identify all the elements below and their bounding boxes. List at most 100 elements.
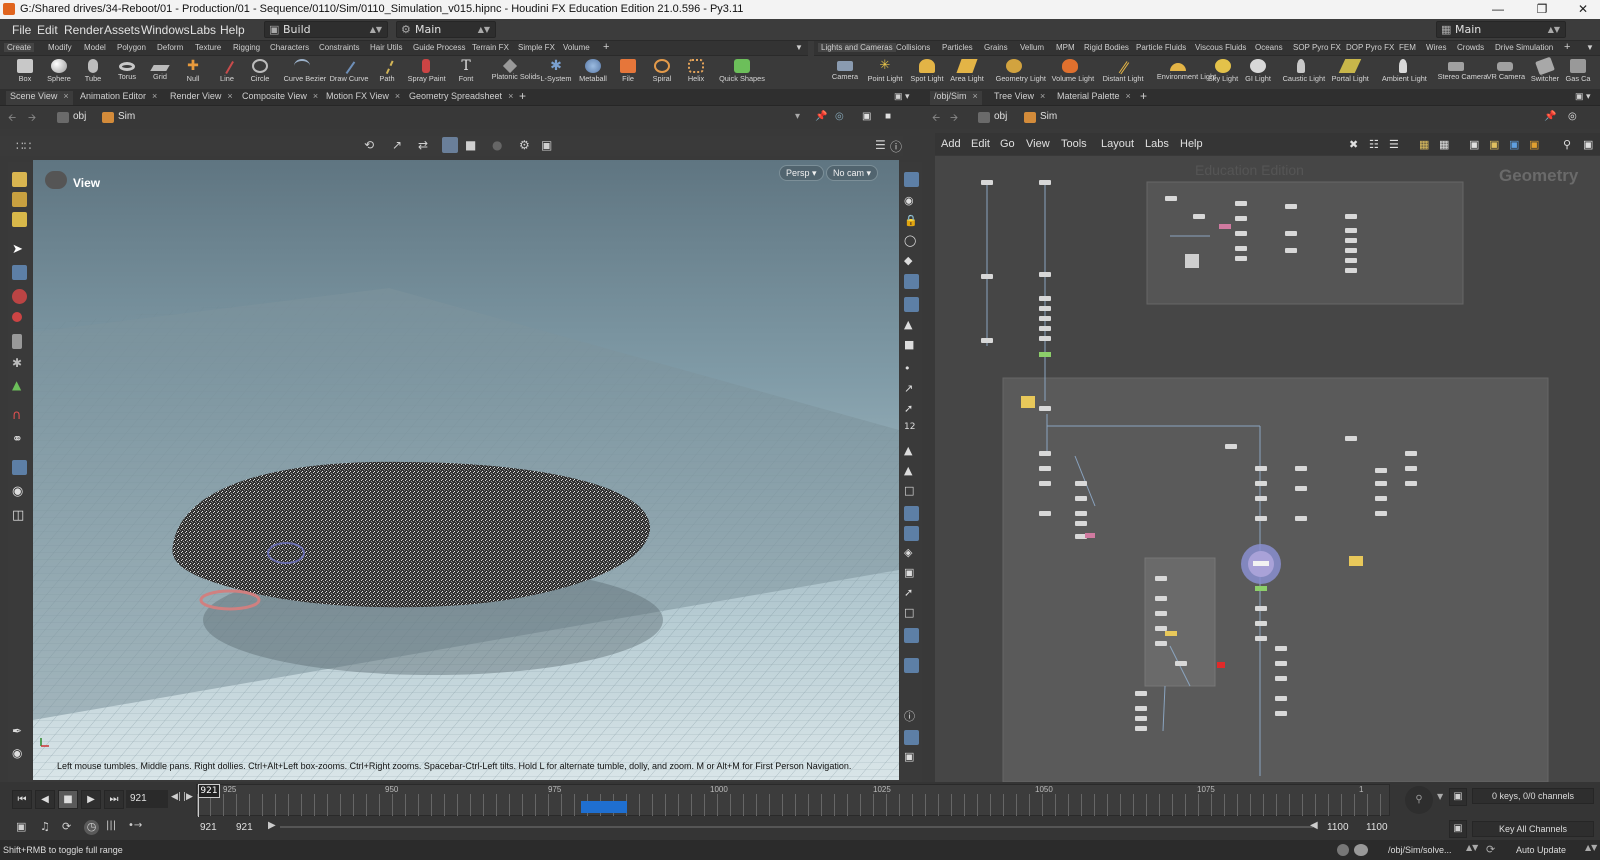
bounding-box-icon[interactable]: □ [904, 484, 919, 499]
shelf-tab-volume[interactable]: Volume [563, 43, 590, 52]
palette-icon[interactable]: ◉ [12, 746, 27, 761]
link-icon[interactable]: ◎ [835, 111, 844, 125]
copy-icon[interactable]: □ [904, 606, 919, 621]
close-tab-icon[interactable]: × [152, 91, 157, 101]
camera-settings-icon[interactable]: ▣ [541, 138, 552, 152]
image-icon[interactable]: ▣ [1509, 138, 1519, 151]
tool-portal-light[interactable]: Portal Light [1330, 57, 1370, 89]
tab-scene-view[interactable]: Scene View × [6, 91, 73, 105]
tool-quick-shapes[interactable]: Quick Shapes [712, 57, 772, 89]
tool-distant-light[interactable]: Distant Light [1101, 57, 1144, 89]
network-menu-edit[interactable]: Edit [971, 138, 990, 150]
point-display-icon[interactable]: • [904, 362, 919, 377]
palette-icon[interactable]: ▣ [1529, 138, 1539, 151]
tool-point-light[interactable]: ✳ Point Light [865, 57, 905, 89]
grid-view-icon[interactable]: ▦ [1419, 138, 1429, 151]
close-tab-icon[interactable]: × [508, 91, 513, 101]
visibility-icon[interactable]: ◉ [904, 194, 919, 209]
network-menu-add[interactable]: Add [941, 138, 961, 150]
close-tab-icon[interactable]: × [313, 91, 318, 101]
loop-icon[interactable]: ⟳ [62, 820, 71, 833]
tool-platonic-solids[interactable]: Platonic Solids [490, 57, 540, 89]
pin-icon[interactable]: 📌 [1544, 111, 1556, 125]
light-link-icon[interactable] [904, 658, 919, 673]
paint-tool-icon[interactable] [12, 192, 27, 207]
tool-environment-light[interactable]: Environment Light [1155, 57, 1216, 89]
jump-end-button[interactable]: ⏭ [104, 790, 124, 809]
pane-layout-icon[interactable]: ▣ ▾ [890, 91, 914, 105]
snapshot-icon[interactable] [904, 526, 919, 541]
close-tab-icon[interactable]: × [1126, 91, 1131, 101]
jump-start-button[interactable]: ⏮ [12, 790, 32, 809]
primitive-snap-icon[interactable]: ■ [465, 138, 476, 152]
background-icon[interactable]: ■ [904, 338, 919, 353]
flat-shade-icon[interactable]: ◈ [904, 546, 919, 561]
tool-vr-camera[interactable]: VR Camera [1485, 57, 1525, 89]
close-tab-icon[interactable]: × [63, 91, 68, 101]
back-arrow-icon[interactable]: 🡨 [8, 111, 16, 125]
render-region-icon[interactable] [904, 506, 919, 521]
forward-arrow-icon[interactable]: 🡪 [950, 111, 958, 125]
display-options-icon[interactable]: ■ [885, 111, 891, 125]
pin-icon[interactable]: 📌 [815, 111, 827, 125]
chevron-updown-icon[interactable]: ▲▼ [1466, 843, 1478, 852]
headlight-icon[interactable] [904, 274, 919, 289]
audio-scrub-icon[interactable]: ⚲ [1405, 786, 1433, 814]
shelf-tab-grains[interactable]: Grains [984, 43, 1008, 52]
shelf-tab-deform[interactable]: Deform [157, 43, 183, 52]
pane-layout-icon[interactable]: ▣ ▾ [1571, 91, 1595, 105]
shelf-tab-drive-simulation[interactable]: Drive Simulation [1495, 43, 1553, 52]
tool-spot-light[interactable]: Spot Light [907, 57, 947, 89]
tool-metaball[interactable]: Metaball [573, 57, 613, 89]
add-tab-icon[interactable]: + [515, 89, 530, 103]
tool-font[interactable]: T Font [446, 57, 486, 89]
radial-menu-dropdown[interactable]: ▦ Main ▲▼ [1436, 21, 1566, 38]
texture-icon[interactable]: ▣ [904, 566, 919, 581]
shelf-tab-rigid-bodies[interactable]: Rigid Bodies [1084, 43, 1129, 52]
tool-curve-bezier[interactable]: Curve Bezier [282, 57, 326, 89]
channel-list-icon[interactable]: ▣ [1449, 788, 1467, 806]
tool-l-system[interactable]: ✱ L-System [536, 57, 576, 89]
step-back-button[interactable]: ◀ [35, 790, 55, 809]
tool-circle[interactable]: Circle [240, 57, 280, 89]
tool-stereo-camera[interactable]: Stereo Camera [1436, 57, 1488, 89]
network-box-icon[interactable]: ▣ [1489, 138, 1499, 151]
add-shelf-tab-icon[interactable]: + [1564, 41, 1570, 53]
settings-icon[interactable]: ⚙ [519, 138, 530, 152]
shelf-tab-polygon[interactable]: Polygon [117, 43, 146, 52]
back-arrow-icon[interactable]: 🡨 [932, 111, 940, 125]
close-tab-icon[interactable]: × [1040, 91, 1045, 101]
shelf-tab-particle-fluids[interactable]: Particle Fluids [1136, 43, 1186, 52]
prim-display-icon[interactable]: ▲ [904, 444, 919, 459]
range-start-handle-icon[interactable]: ▶ [268, 820, 276, 831]
range-end-field[interactable]: 1100 [1323, 819, 1359, 837]
tab-animation-editor[interactable]: Animation Editor × [76, 91, 161, 105]
menu-windows[interactable]: Windows [141, 23, 190, 37]
tab-motion-fx-view[interactable]: Motion FX View × [322, 91, 404, 105]
menu-file[interactable]: File [12, 23, 31, 37]
next-key-icon[interactable]: |▶ [183, 792, 193, 802]
range-slider[interactable] [280, 826, 1313, 828]
keys-info[interactable]: 0 keys, 0/0 channels [1472, 788, 1594, 804]
tool-caustic-light[interactable]: Caustic Light [1281, 57, 1325, 89]
handle-tool-icon[interactable] [12, 172, 27, 187]
shelf-tab-collisions[interactable]: Collisions [896, 43, 930, 52]
shelf-tab-characters[interactable]: Characters [270, 43, 309, 52]
shelf-tab-mpm[interactable]: MPM [1056, 43, 1075, 52]
snap-icon[interactable]: ↗ [392, 138, 402, 152]
update-mode[interactable]: Auto Update [1516, 845, 1566, 855]
key-all-channels-button[interactable]: Key All Channels [1472, 821, 1594, 837]
shelf-tab-oceans[interactable]: Oceans [1255, 43, 1283, 52]
desktop-build-dropdown[interactable]: ▣ Build ▲▼ [264, 21, 388, 38]
cloud-status-icon[interactable] [1354, 844, 1368, 856]
table-view-icon[interactable]: ▦ [1439, 138, 1449, 151]
info-icon[interactable]: ⓘ [904, 708, 919, 723]
tool-volume-light[interactable]: Volume Light [1050, 57, 1094, 89]
tumble-icon[interactable]: ⟲ [364, 138, 374, 152]
vector-icon[interactable]: ➚ [904, 402, 919, 417]
lock-select-icon[interactable] [12, 265, 27, 280]
stop-button[interactable]: ■ [58, 790, 78, 809]
tool-draw-curve[interactable]: Draw Curve [328, 57, 368, 89]
layout-icon[interactable] [904, 730, 919, 745]
ghost-icon[interactable]: ◯ [904, 234, 919, 249]
